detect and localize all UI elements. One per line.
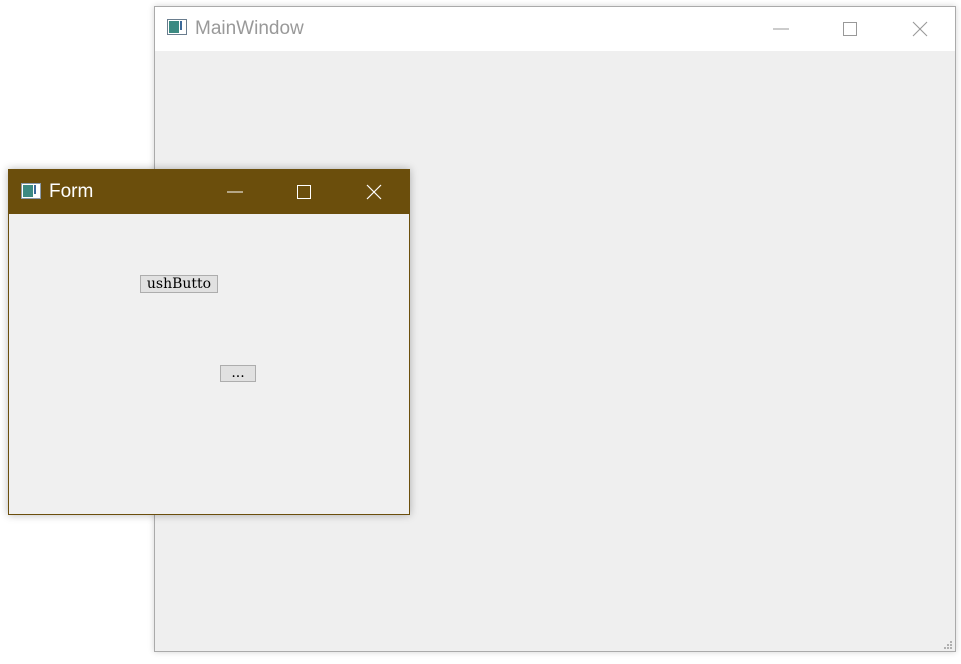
form-window[interactable]: Form ushButto ... xyxy=(8,169,410,515)
main-window-titlebar[interactable]: MainWindow xyxy=(155,7,955,51)
form-window-titlebar[interactable]: Form xyxy=(9,170,409,214)
maximize-button[interactable] xyxy=(281,170,327,214)
close-button[interactable] xyxy=(351,170,397,214)
minimize-icon xyxy=(773,28,789,30)
minimize-button[interactable] xyxy=(212,170,258,214)
close-icon xyxy=(366,184,382,200)
push-button[interactable]: ushButto xyxy=(140,275,218,293)
close-icon xyxy=(912,21,928,37)
app-icon xyxy=(167,19,187,35)
main-window-title: MainWindow xyxy=(195,18,304,39)
resize-grip-icon[interactable] xyxy=(941,637,953,649)
minimize-button[interactable] xyxy=(758,7,804,51)
minimize-icon xyxy=(227,191,243,193)
tool-button[interactable]: ... xyxy=(220,365,256,382)
app-icon xyxy=(21,183,41,199)
form-window-title: Form xyxy=(49,181,94,202)
maximize-button[interactable] xyxy=(827,7,873,51)
maximize-icon xyxy=(297,185,311,199)
maximize-icon xyxy=(843,22,857,36)
close-button[interactable] xyxy=(897,7,943,51)
